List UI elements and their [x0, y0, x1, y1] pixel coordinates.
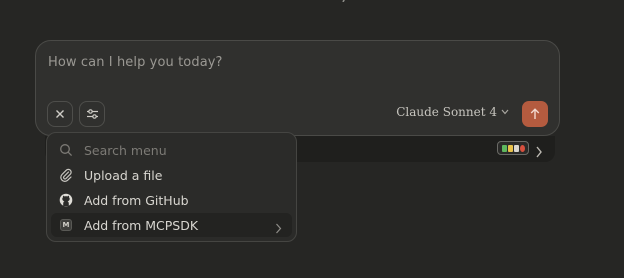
mcp-badge: M: [60, 219, 72, 231]
close-button[interactable]: [47, 101, 73, 127]
menu-item-label: Add from GitHub: [84, 192, 189, 208]
connector-chip-green: [501, 144, 507, 152]
sliders-icon: [86, 109, 98, 119]
search-icon: [58, 142, 74, 158]
tools-button[interactable]: [79, 101, 105, 127]
close-icon: [56, 110, 64, 118]
connector-chip-red: [519, 144, 525, 152]
menu-item-label: Add from MCPSDK: [84, 217, 199, 233]
model-name: Claude Sonnet 4: [396, 105, 497, 119]
connector-chip-white: [513, 144, 519, 152]
menu-item-label: Upload a file: [84, 167, 163, 183]
composer: How can I help you today? Claude Sonnet …: [35, 40, 560, 136]
connectors-toggle[interactable]: [497, 141, 529, 155]
chevron-down-icon: [501, 109, 509, 115]
send-button[interactable]: [522, 101, 548, 127]
menu-item-upload-file[interactable]: Upload a file: [51, 163, 292, 187]
menu-search[interactable]: Search menu: [51, 138, 292, 162]
arrow-up-icon: [530, 108, 540, 119]
mcp-icon: M: [58, 217, 74, 233]
chevron-right-icon[interactable]: [535, 143, 543, 162]
menu-search-input[interactable]: Search menu: [84, 143, 167, 158]
connector-chip-yellow: [507, 144, 513, 152]
chevron-right-icon: [275, 219, 282, 238]
attach-menu: Search menu Upload a file Add from GitHu…: [46, 132, 297, 242]
prompt-input[interactable]: How can I help you today?: [48, 55, 223, 70]
menu-item-github[interactable]: Add from GitHub: [51, 188, 292, 212]
github-icon: [58, 192, 74, 208]
cropped-heading-fragment: [336, 0, 366, 6]
paperclip-icon: [58, 167, 74, 183]
menu-item-mcpsdk[interactable]: M Add from MCPSDK: [51, 213, 292, 237]
model-selector[interactable]: Claude Sonnet 4: [396, 105, 509, 119]
